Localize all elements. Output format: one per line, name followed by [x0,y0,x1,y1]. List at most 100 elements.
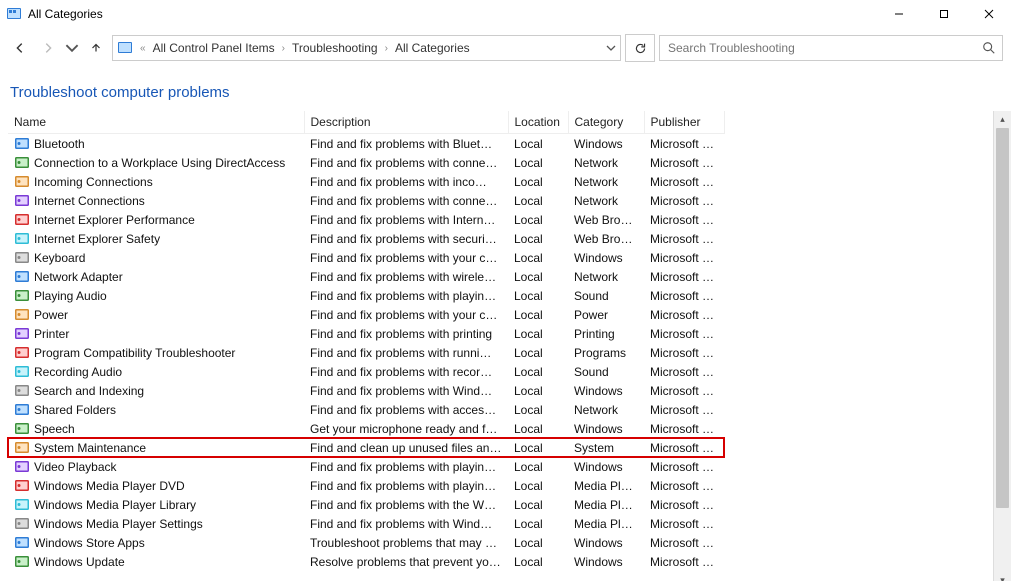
table-row[interactable]: Windows Media Player DVD Find and fix pro… [8,476,724,495]
table-row[interactable]: System MaintenanceFind and clean up unus… [8,438,724,457]
row-location: Local [508,362,568,381]
row-publisher: Microsoft … [644,552,724,571]
breadcrumb-item[interactable]: All Control Panel Items [151,41,277,55]
row-category: Windows [568,552,644,571]
minimize-button[interactable] [876,0,921,28]
refresh-button[interactable] [625,34,655,62]
row-name-cell[interactable]: Windows Media Player Settings [8,514,304,533]
row-publisher: Microsoft … [644,210,724,229]
row-name-cell[interactable]: Network Adapter [8,267,304,286]
search-box[interactable] [659,35,1003,61]
troubleshooter-icon [14,554,30,570]
scroll-down-icon[interactable]: ▾ [994,572,1011,581]
column-header-location[interactable]: Location [508,111,568,134]
breadcrumb-item[interactable]: All Categories [393,41,472,55]
control-panel-icon [6,6,22,22]
row-name-cell[interactable]: Power [8,305,304,324]
column-header-publisher[interactable]: Publisher [644,111,724,134]
row-name-label: Windows Store Apps [34,536,145,550]
row-name-label: Windows Media Player DVD [34,479,185,493]
row-location: Local [508,419,568,438]
address-bar[interactable]: « All Control Panel Items › Troubleshoot… [112,35,621,61]
table-row[interactable]: Internet Explorer PerformanceFind and fi… [8,210,724,229]
scroll-up-icon[interactable]: ▴ [994,111,1011,128]
table-row[interactable]: Internet Explorer SafetyFind and fix pro… [8,229,724,248]
row-publisher: Microsoft … [644,172,724,191]
row-name-cell[interactable]: Incoming Connections [8,172,304,191]
table-row[interactable]: Search and IndexingFind and fix problems… [8,381,724,400]
column-header-category[interactable]: Category [568,111,644,134]
row-description: Find and fix problems with playin… [304,476,508,495]
scrollbar-thumb[interactable] [996,128,1009,508]
row-name-cell[interactable]: Speech [8,419,304,438]
table-row[interactable]: Network AdapterFind and fix problems wit… [8,267,724,286]
row-name-label: Incoming Connections [34,175,153,189]
row-name-cell[interactable]: Internet Explorer Safety [8,229,304,248]
row-name-cell[interactable]: Bluetooth [8,134,304,153]
row-name-cell[interactable]: Windows Update [8,552,304,571]
row-name-cell[interactable]: Internet Connections [8,191,304,210]
row-category: Web Brow… [568,229,644,248]
table-row[interactable]: Recording AudioFind and fix problems wit… [8,362,724,381]
breadcrumb-item[interactable]: Troubleshooting [290,41,380,55]
table-row[interactable]: PrinterFind and fix problems with printi… [8,324,724,343]
table-row[interactable]: SpeechGet your microphone ready and f…Lo… [8,419,724,438]
column-header-description[interactable]: Description [304,111,508,134]
row-description: Find and fix problems with playin… [304,457,508,476]
row-category: Network [568,400,644,419]
table-row[interactable]: Connection to a Workplace Using DirectAc… [8,153,724,172]
close-button[interactable] [966,0,1011,28]
search-input[interactable] [666,40,982,56]
column-header-name[interactable]: Name [8,111,304,134]
table-row[interactable]: Internet ConnectionsFind and fix problem… [8,191,724,210]
troubleshooter-icon [14,136,30,152]
row-publisher: Microsoft … [644,419,724,438]
forward-button[interactable] [36,36,60,60]
search-icon[interactable] [982,41,996,55]
up-button[interactable] [84,36,108,60]
table-row[interactable]: Shared FoldersFind and fix problems with… [8,400,724,419]
row-name-cell[interactable]: Search and Indexing [8,381,304,400]
row-name-cell[interactable]: Windows Media Player Library [8,495,304,514]
table-row[interactable]: Windows UpdateResolve problems that prev… [8,552,724,571]
row-category: Windows [568,381,644,400]
table-row[interactable]: Windows Media Player SettingsFind and fi… [8,514,724,533]
row-name-cell[interactable]: System Maintenance [8,438,304,457]
breadcrumb-sep: « [137,43,149,54]
table-row[interactable]: PowerFind and fix problems with your c…L… [8,305,724,324]
troubleshooter-icon [14,478,30,494]
row-location: Local [508,438,568,457]
row-name-cell[interactable]: Program Compatibility Troubleshooter [8,343,304,362]
row-name-cell[interactable]: Keyboard [8,248,304,267]
row-name-cell[interactable]: Printer [8,324,304,343]
back-button[interactable] [8,36,32,60]
table-row[interactable]: Program Compatibility TroubleshooterFind… [8,343,724,362]
row-name-cell[interactable]: Shared Folders [8,400,304,419]
maximize-button[interactable] [921,0,966,28]
table-row[interactable]: Incoming Connections Find and fix problem… [8,172,724,191]
vertical-scrollbar[interactable]: ▴ ▾ [993,111,1011,581]
table-row[interactable]: Windows Store AppsTroubleshoot problems … [8,533,724,552]
row-name-cell[interactable]: Windows Store Apps [8,533,304,552]
table-row[interactable]: BluetoothFind and fix problems with Blue… [8,134,724,154]
chevron-right-icon[interactable]: › [382,43,391,54]
table-row[interactable]: Video PlaybackFind and fix problems with… [8,457,724,476]
row-location: Local [508,476,568,495]
chevron-down-icon[interactable] [606,43,616,53]
recent-locations-dropdown[interactable] [64,36,80,60]
row-name-cell[interactable]: Recording Audio [8,362,304,381]
row-name-cell[interactable]: Playing Audio [8,286,304,305]
chevron-right-icon[interactable]: › [279,43,288,54]
row-name-cell[interactable]: Video Playback [8,457,304,476]
row-name-cell[interactable]: Internet Explorer Performance [8,210,304,229]
table-row[interactable]: KeyboardFind and fix problems with your … [8,248,724,267]
row-location: Local [508,267,568,286]
table-row[interactable]: Windows Media Player LibraryFind and fix… [8,495,724,514]
row-description: Find and fix problems with inco… [304,172,508,191]
row-description: Find and fix problems with recor… [304,362,508,381]
row-name-cell[interactable]: Connection to a Workplace Using DirectAc… [8,153,304,172]
troubleshooter-icon [14,250,30,266]
row-name-cell[interactable]: Windows Media Player DVD [8,476,304,495]
row-description: Find and fix problems with securi… [304,229,508,248]
table-row[interactable]: Playing AudioFind and fix problems with … [8,286,724,305]
